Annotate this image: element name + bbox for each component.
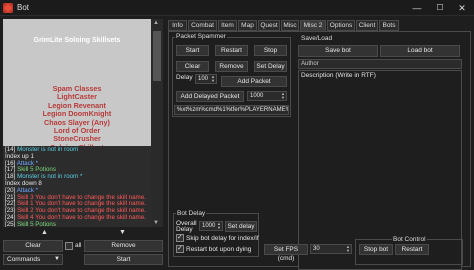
spinner-icon[interactable]: ▲ ▼ [211, 75, 215, 83]
commands-select-value: Commands [7, 256, 41, 263]
skip-bot-delay-checkbox[interactable] [176, 233, 184, 242]
tab-quest[interactable]: Quest [258, 20, 280, 31]
skip-bot-delay-label: Skip bot delay for index/if [186, 235, 259, 242]
all-label: all [75, 242, 82, 249]
spinner-icon[interactable]: ▲ ▼ [281, 92, 285, 100]
log-line[interactable]: [25] Skill 5 Potions [5, 221, 56, 227]
minimize-button[interactable]: — [407, 1, 427, 15]
restart-on-death-checkbox[interactable] [176, 244, 184, 253]
remove-button[interactable]: Remove [84, 240, 163, 252]
app-logo-icon [3, 3, 13, 13]
scroll-up-icon[interactable]: ▲ [153, 20, 159, 26]
commands-select[interactable]: Commands ▼ [3, 254, 63, 265]
bot-delay-label: Bot Delay [176, 210, 207, 217]
overall-delay-value: 1000 [202, 223, 216, 229]
packet-spammer-label: Packet Spammer [175, 33, 227, 40]
add-delayed-packet-button[interactable]: Add Delayed Packet [176, 91, 244, 102]
spam-remove-button[interactable]: Remove [215, 61, 248, 72]
tab-bots[interactable]: Bots [379, 20, 399, 31]
save-bot-button[interactable]: Save bot [298, 45, 378, 57]
delay-value: 100 [198, 76, 209, 82]
move-up-button[interactable]: ▲ [41, 229, 48, 236]
scroll-thumb[interactable] [153, 31, 161, 81]
delayed-packet-value: 1000 [250, 93, 264, 99]
spam-stop-button[interactable]: Stop [254, 45, 287, 56]
add-packet-button[interactable]: Add Packet [221, 76, 287, 87]
tab-map[interactable]: Map [238, 20, 257, 31]
delay-label: Delay [176, 74, 193, 81]
fps-input[interactable]: 30 ▲ ▼ [310, 244, 352, 254]
bot-control-label: Bot Control [392, 236, 427, 243]
move-down-button[interactable]: ▼ [119, 229, 126, 236]
spinner-icon[interactable]: ▲ ▼ [346, 245, 350, 253]
title-bar: Bot — ☐ ✕ [0, 0, 474, 16]
spinner-icon[interactable]: ▲ ▼ [217, 222, 221, 230]
delayed-packet-input[interactable]: 1000 ▲ ▼ [247, 91, 287, 101]
spam-clear-button[interactable]: Clear [176, 61, 209, 72]
command-list[interactable]: GrimLite Soloing Skillsets Spam Classes L… [3, 19, 163, 227]
log-title: GrimLite Soloing Skillsets [33, 37, 121, 44]
set-fps-button[interactable]: Set FPS (cmd) [264, 244, 308, 262]
overall-delay-label: Delay [176, 226, 193, 233]
save-load-label: Save/Load [300, 35, 334, 42]
set-delay-button[interactable]: Set delay [225, 221, 257, 232]
packet-text-input[interactable]: %xt%zm%cmd%1%tfer%PLAYERNAME%M [174, 105, 289, 115]
all-checkbox[interactable] [65, 242, 73, 250]
log-line-index: [25] [5, 220, 16, 227]
start-button[interactable]: Start [84, 254, 163, 265]
tab-options[interactable]: Options [327, 20, 355, 31]
stop-bot-button[interactable]: Stop bot [359, 244, 393, 255]
window-title: Bot [17, 3, 30, 12]
scroll-down-icon[interactable]: ▼ [153, 220, 159, 226]
spam-restart-button[interactable]: Restart [215, 45, 248, 56]
delay-input[interactable]: 100 ▲ ▼ [195, 74, 217, 84]
fps-value: 30 [313, 246, 320, 252]
spam-class-list: Spam Classes LightCaster Legion Revenant Le… [3, 84, 151, 152]
log-line-text: Skill 5 Potions [17, 220, 56, 227]
tab-combat[interactable]: Combat [188, 20, 217, 31]
chevron-down-icon: ▼ [54, 256, 60, 262]
tab-client[interactable]: Client [356, 20, 378, 31]
author-input[interactable]: Author [298, 59, 462, 69]
restart-bot-button[interactable]: Restart [395, 244, 429, 255]
close-button[interactable]: ✕ [452, 1, 472, 15]
maximize-button[interactable]: ☐ [430, 1, 450, 15]
spam-set-delay-button[interactable]: Set Delay [254, 61, 287, 72]
log-lines: [14] Monster is not in room Index up 1 [1… [3, 146, 151, 227]
clear-button[interactable]: Clear [3, 240, 63, 252]
log-scrollbar[interactable]: ▲ ▼ [151, 19, 163, 227]
tab-misc[interactable]: Misc [281, 20, 299, 31]
load-bot-button[interactable]: Load bot [380, 45, 460, 57]
overall-delay-input[interactable]: 1000 ▲ ▼ [199, 221, 223, 231]
spam-start-button[interactable]: Start [176, 45, 209, 56]
misc2-tab-panel: Packet Spammer Start Restart Stop Clear … [168, 31, 471, 270]
tab-info[interactable]: Info [168, 20, 187, 31]
description-label: Description (Write in RTF) [301, 72, 376, 79]
tab-item[interactable]: Item [218, 20, 237, 31]
log-header: GrimLite Soloing Skillsets Spam Classes L… [3, 19, 151, 152]
restart-on-death-label: Restart bot upon dying [186, 246, 252, 253]
